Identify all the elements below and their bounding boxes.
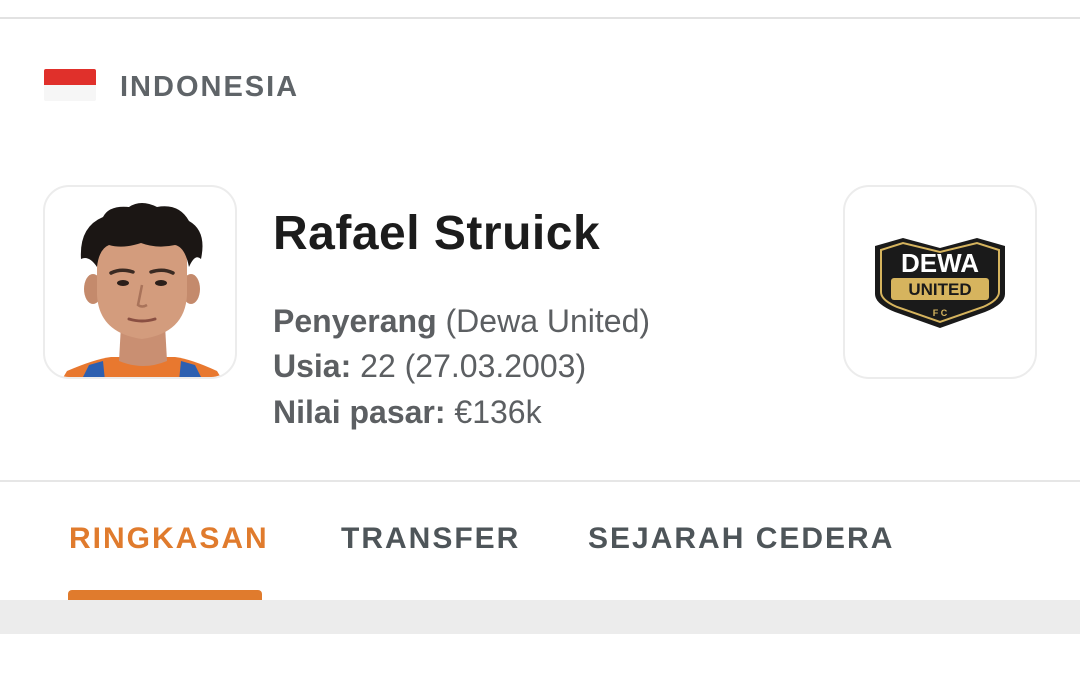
player-name: Rafael Struick [273,207,601,260]
club-logo-card[interactable]: DEWA UNITED F C [843,185,1037,379]
svg-text:UNITED: UNITED [908,280,971,299]
svg-text:DEWA: DEWA [901,248,979,278]
country-row[interactable]: INDONESIA [44,68,297,103]
club-name-text: (Dewa United) [445,303,651,339]
player-avatar [63,203,221,377]
profile-tabs: RINGKASAN TRANSFER SEJARAH CEDERA [0,482,1080,600]
age-value: 22 (27.03.2003) [360,348,587,384]
player-photo-card [43,185,237,379]
market-value-label: Nilai pasar: [273,394,446,430]
position-line: Penyerang (Dewa United) [273,303,650,340]
indonesia-flag-icon [44,69,96,101]
svg-text:F C: F C [933,308,948,318]
position-label: Penyerang [273,303,437,339]
age-label: Usia: [273,348,352,384]
tab-ringkasan[interactable]: RINGKASAN [69,522,269,556]
active-tab-indicator [68,590,262,600]
tab-transfer[interactable]: TRANSFER [341,522,520,556]
content-separator [0,600,1080,634]
country-name: INDONESIA [120,71,300,103]
dewa-united-logo: DEWA UNITED F C [875,238,1005,328]
age-line: Usia: 22 (27.03.2003) [273,348,586,385]
market-value-line: Nilai pasar: €136k [273,394,542,431]
top-divider [0,17,1080,19]
market-value: €136k [454,394,542,430]
tab-sejarah-cedera[interactable]: SEJARAH CEDERA [588,522,894,556]
